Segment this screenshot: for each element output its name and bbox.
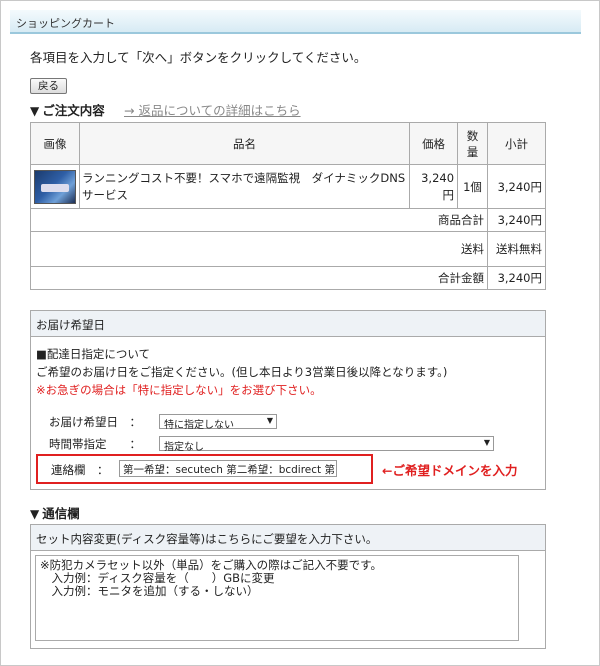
grand-total-label: 合計金額 (29, 266, 489, 290)
return-policy-link[interactable]: → 返品についての詳細はこちら (124, 100, 301, 119)
comm-section-label: 通信欄 (42, 506, 80, 521)
shipping-label: 送料 (29, 231, 489, 267)
triangle-down-icon: ▼ (30, 104, 40, 118)
col-subtotal: 小計 (487, 122, 546, 165)
delivery-date-select[interactable]: 特に指定しない ▼ (159, 414, 277, 431)
comm-box-heading: セット内容変更(ディスク容量等)はこちらにご要望を入力下さい。 (31, 525, 545, 551)
shipping-value: 送料無料 (487, 231, 546, 267)
product-thumbnail[interactable] (33, 169, 76, 204)
delivery-warning: ※お急ぎの場合は「特に指定しない」をお選び下さい。 (36, 383, 322, 397)
col-name: 品名 (78, 122, 411, 165)
contact-input[interactable]: 第一希望：secutech 第二希望：bcdirect 第 (119, 460, 337, 477)
item-subtotal: 3,240円 (487, 164, 546, 209)
col-qty: 数量 (457, 122, 489, 165)
chevron-down-icon: ▼ (266, 416, 273, 425)
item-image-cell (30, 164, 80, 209)
delivery-date-label: お届け希望日 ： (49, 415, 141, 429)
cart-table: 画像 品名 価格 数量 小計 ランニングコスト不要！スマホで遠隔監視 ダイナミッ… (29, 122, 546, 290)
col-image: 画像 (30, 122, 80, 165)
time-slot-select[interactable]: 指定なし ▼ (159, 436, 494, 453)
comm-textarea[interactable]: ※防犯カメラセット以外（単品）をご購入の際はご記入不要です。 入力例：ディスク容… (35, 555, 519, 641)
cart-page: ショッピングカート 各項目を入力して「次へ」ボタンをクリックしてください。 戻る… (0, 0, 600, 666)
goods-total-label: 商品合計 (29, 208, 489, 232)
delivery-instructions: ご希望のお届け日をご指定ください。(但し本日より3営業日後以降となります。) (36, 365, 448, 379)
grand-total-value: 3,240円 (487, 266, 546, 290)
item-name: ランニングコスト不要！スマホで遠隔監視 ダイナミックDNSサービス (78, 164, 411, 209)
grand-total-row: 合計金額 3,240円 (29, 266, 546, 290)
goods-total-value: 3,240円 (487, 208, 546, 232)
comm-section-heading: ▼ 通信欄 (30, 503, 80, 522)
order-section-label: ご注文内容 (42, 103, 105, 118)
delivery-date-value: 特に指定しない (164, 420, 234, 431)
chevron-down-icon: ▼ (483, 438, 490, 447)
cart-header-row: 画像 品名 価格 数量 小計 (30, 122, 546, 165)
col-price: 価格 (409, 122, 459, 165)
order-section-heading: ▼ ご注文内容 (30, 100, 105, 119)
cart-item-row: ランニングコスト不要！スマホで遠隔監視 ダイナミックDNSサービス 3,240円… (30, 164, 546, 209)
back-button[interactable]: 戻る (30, 78, 67, 94)
delivery-box-heading: お届け希望日 (31, 311, 545, 337)
goods-total-row: 商品合計 3,240円 (29, 208, 546, 232)
delivery-subheading: ■配達日指定について (36, 347, 151, 361)
triangle-down-icon: ▼ (30, 507, 40, 521)
page-title: ショッピングカート (10, 10, 581, 34)
item-qty: 1個 (457, 164, 489, 209)
time-slot-value: 指定なし (164, 442, 204, 453)
intro-text: 各項目を入力して「次へ」ボタンをクリックしてください。 (30, 50, 367, 65)
contact-label: 連絡欄 ： (51, 463, 109, 477)
time-slot-label: 時間帯指定 ： (49, 437, 141, 451)
shipping-row: 送料 送料無料 (29, 231, 546, 267)
domain-annotation: ←ご希望ドメインを入力 (382, 463, 518, 478)
item-price: 3,240円 (409, 164, 459, 209)
